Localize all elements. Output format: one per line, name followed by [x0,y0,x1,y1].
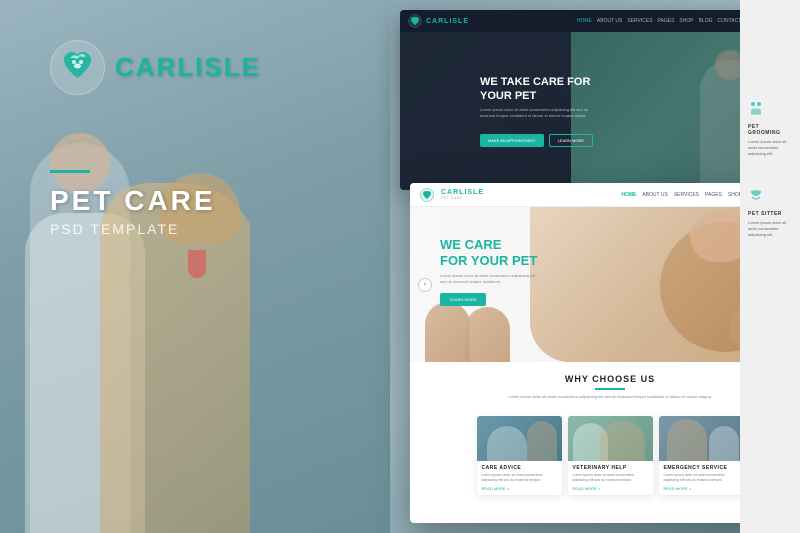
top-nav-home[interactable]: HOME [577,18,592,24]
sitter-icon [748,187,764,203]
card-emergency: EMERGENCY SERVICE Lorem ipsum dolor sit … [659,416,744,495]
bottom-logo-icon [420,188,434,202]
logo-area: CARLISLE [50,40,261,95]
card-vet-help: VETERINARY HELP Lorem ipsum dolor sit am… [568,416,653,495]
bottom-hero-prev-btn[interactable]: ‹ [418,278,432,292]
bottom-hero-cta[interactable]: LEARN MORE [440,293,486,306]
accent-line [50,170,90,173]
top-hero-desc: Lorem ipsum dolor sit amet consectetur a… [480,107,590,118]
top-nav-logo: CARLISLE [408,14,469,28]
grooming-title: PET GROOMING [748,124,792,136]
top-mockup: CARLISLE HOME ABOUT US SERVICES PAGES SH… [400,10,780,190]
top-nav-brand: CARLISLE [426,18,469,25]
why-choose-desc: Lorem ipsum dolor sit amet consectetur a… [500,394,720,400]
bottom-hero-title: WE CARE FOR YOUR PET [440,237,540,268]
bottom-nav-brand: CARLISLE [441,189,484,196]
pet-care-section: PET CARE PSD TEMPLATE [50,170,216,237]
bottom-hero-text: WE CARE FOR YOUR PET Lorem ipsum dolor s… [440,237,540,306]
hero-title-rest: FOR YOUR PET [440,253,537,268]
card-2-img [568,416,653,461]
card-2-text: Lorem ipsum dolor sit amet consectetur a… [573,473,648,483]
bottom-hero-desc: Lorem ipsum dolor sit amet consectetur a… [440,273,540,285]
card-1-content: CARE ADVICE Lorem ipsum dolor sit amet c… [477,461,562,495]
card-1-text: Lorem ipsum dolor sit amet consectetur a… [482,473,557,483]
card-2-link[interactable]: READ MORE > [573,486,648,491]
bottom-nav-logo: CARLISLE PET CARE [420,188,484,202]
card-1-title: CARE ADVICE [482,465,557,471]
sitter-text: Lorem ipsum dolor sit amet consectetur a… [748,220,792,238]
top-hero-text: WE TAKE CARE FOR YOUR PET Lorem ipsum do… [480,75,600,148]
grooming-text: Lorem ipsum dolor sit amet consectetur a… [748,139,792,157]
top-nav-services[interactable]: SERVICES [627,18,652,24]
card-2-content: VETERINARY HELP Lorem ipsum dolor sit am… [568,461,653,495]
card-1-link[interactable]: READ MORE > [482,486,557,491]
top-mockup-hero: WE TAKE CARE FOR YOUR PET Lorem ipsum do… [400,32,780,190]
card-3-img [659,416,744,461]
top-nav-about[interactable]: ABOUT US [597,18,622,24]
card-2-title: VETERINARY HELP [573,465,648,471]
bottom-nav-pages[interactable]: PAGES [705,192,722,198]
mockup-area: CARLISLE HOME ABOUT US SERVICES PAGES SH… [370,0,800,533]
sitter-title: PET SITTER [748,211,792,217]
bottom-nav-home[interactable]: HOME [621,192,636,198]
grooming-icon [748,100,764,116]
logo-icon [50,40,105,95]
bottom-nav-services[interactable]: SERVICES [674,192,699,198]
card-3-title: EMERGENCY SERVICE [664,465,739,471]
bottom-nav-about[interactable]: ABOUT US [642,192,667,198]
top-hero-learn-btn[interactable]: LEARN MORE [549,134,593,147]
why-choose-title: WHY CHOOSE US [430,374,790,384]
psd-template-label: PSD TEMPLATE [50,221,216,237]
card-3-text: Lorem ipsum dolor sit amet consectetur a… [664,473,739,483]
top-mockup-nav: CARLISLE HOME ABOUT US SERVICES PAGES SH… [400,10,780,32]
card-3-content: EMERGENCY SERVICE Lorem ipsum dolor sit … [659,461,744,495]
top-nav-blog[interactable]: BLOG [699,18,713,24]
why-choose-accent [595,388,625,390]
top-hero-appt-btn[interactable]: MAKE AN APPOINTMENT [480,134,544,147]
hero-title-we: WE [440,237,465,252]
card-1-img [477,416,562,461]
right-sidebar: PET GROOMING Lorem ipsum dolor sit amet … [740,0,800,533]
pet-care-title: PET CARE [50,185,216,217]
card-care-advice: CARE ADVICE Lorem ipsum dolor sit amet c… [477,416,562,495]
top-nav-logo-icon [408,14,422,28]
top-nav-shop[interactable]: SHOP [679,18,693,24]
hero-title-care: CARE [465,237,502,252]
top-nav-pages[interactable]: PAGES [658,18,675,24]
brand-name: CARLISLE [115,52,261,83]
top-hero-headline: WE TAKE CARE FOR YOUR PET [480,75,600,104]
card-3-link[interactable]: READ MORE > [664,486,739,491]
